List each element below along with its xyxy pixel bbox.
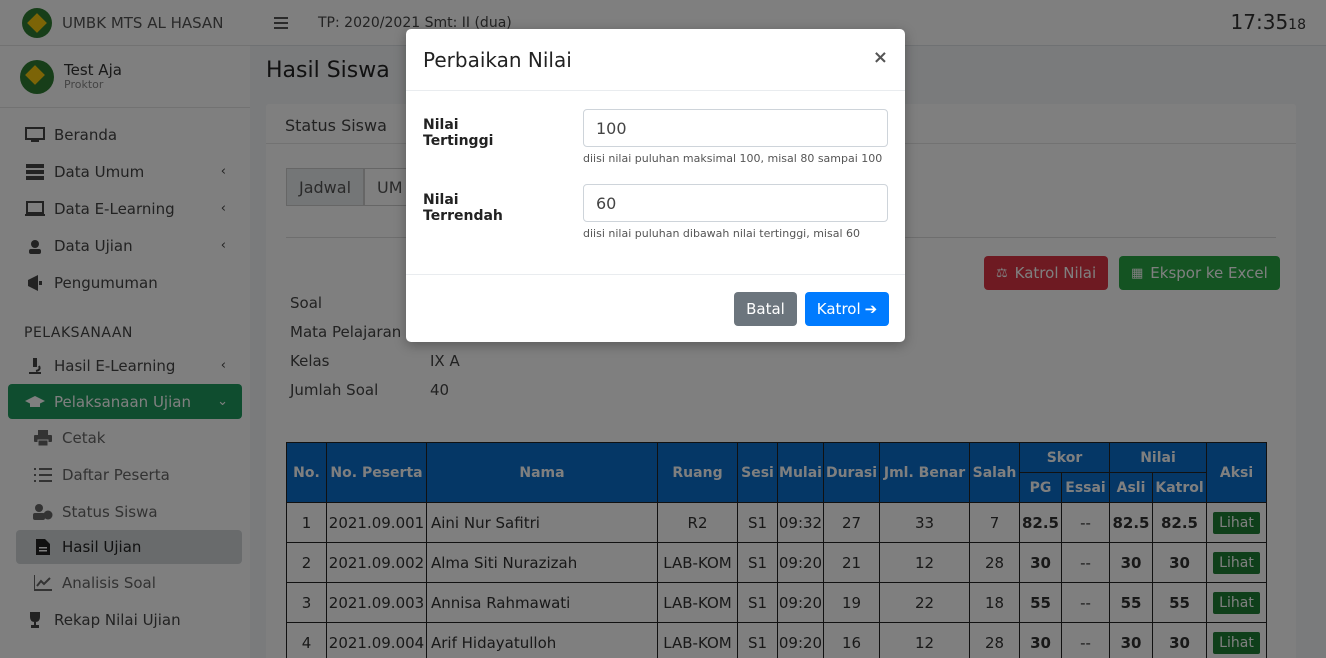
nilai-terrendah-label: Nilai Terrendah bbox=[423, 192, 503, 224]
nilai-tertinggi-label: Nilai Tertinggi bbox=[423, 117, 494, 149]
arrow-right-icon: ➔ bbox=[864, 300, 878, 318]
katrol-submit-button[interactable]: Katrol ➔ bbox=[805, 292, 889, 326]
nilai-tertinggi-input[interactable]: 100 bbox=[583, 109, 888, 147]
help-text: diisi nilai puluhan dibawah nilai tertin… bbox=[583, 227, 861, 240]
help-text: diisi nilai puluhan maksimal 100, misal … bbox=[583, 152, 883, 165]
cancel-button[interactable]: Batal bbox=[734, 292, 797, 326]
modal-title: Perbaikan Nilai bbox=[423, 47, 572, 72]
perbaikan-nilai-modal: Perbaikan Nilai × Nilai Tertinggi 100 di… bbox=[406, 29, 905, 342]
close-icon[interactable]: × bbox=[873, 47, 888, 68]
nilai-terrendah-input[interactable]: 60 bbox=[583, 184, 888, 222]
modal-footer: Batal Katrol ➔ bbox=[406, 274, 905, 342]
